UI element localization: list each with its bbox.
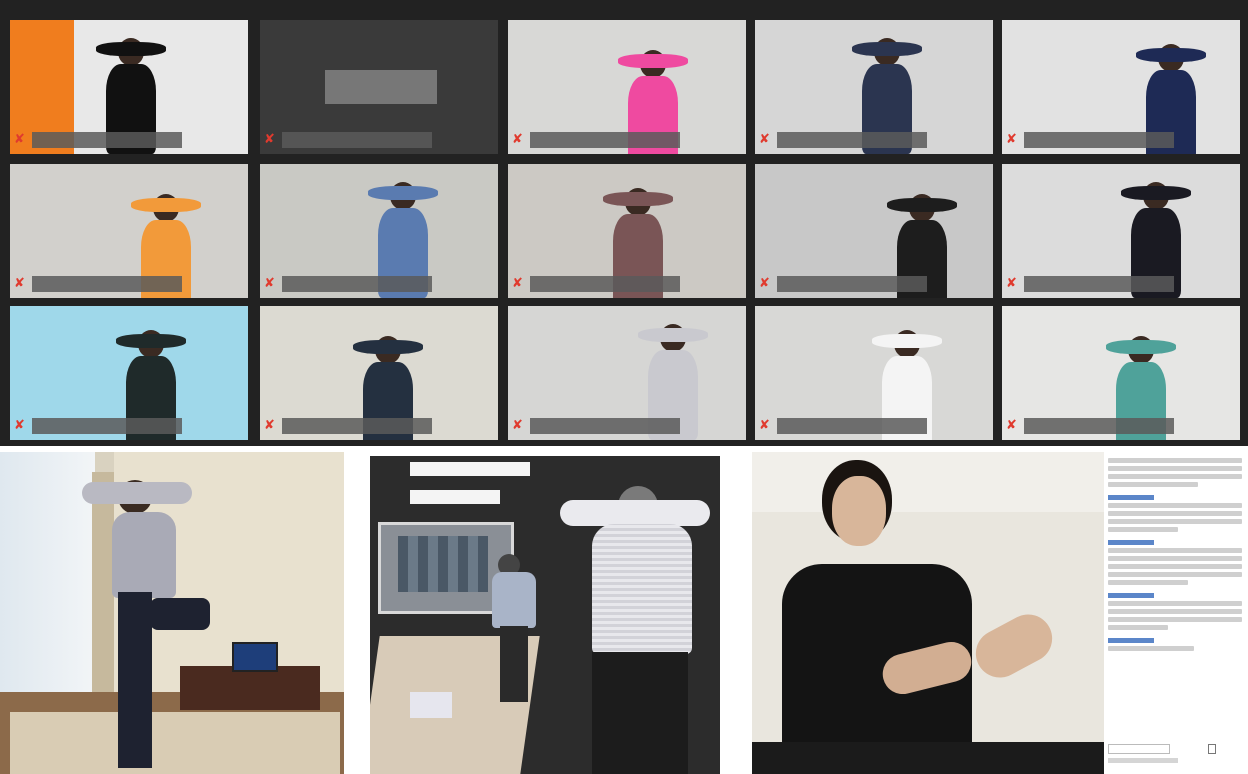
participant-arms: [638, 328, 708, 342]
participant-tile[interactable]: ✘: [260, 164, 498, 298]
participant-arms: [1121, 186, 1191, 200]
participant-arms: [618, 54, 688, 68]
participant-tile[interactable]: ✘: [10, 164, 248, 298]
participant-arms: [368, 186, 438, 200]
trainer-video-screenshot: [752, 452, 1104, 774]
participant-tile[interactable]: ✘: [10, 306, 248, 440]
participant-name-bar: [1024, 418, 1174, 434]
mic-muted-icon: ✘: [759, 418, 770, 433]
mic-muted-icon: ✘: [264, 276, 275, 291]
mic-muted-icon: ✘: [1006, 276, 1017, 291]
mic-muted-icon: ✘: [1006, 418, 1017, 433]
mic-muted-icon: ✘: [14, 418, 25, 433]
mic-muted-icon: ✘: [512, 276, 523, 291]
participant-arms: [116, 334, 186, 348]
participant-name-bar: [777, 418, 927, 434]
mic-muted-icon: ✘: [264, 132, 275, 147]
participant-arms: [852, 42, 922, 56]
participant-tile[interactable]: ✘: [1002, 306, 1240, 440]
mic-muted-icon: ✘: [264, 418, 275, 433]
participant-tile[interactable]: ✘: [260, 306, 498, 440]
chat-message-input[interactable]: [1108, 758, 1178, 763]
participant-arms: [872, 334, 942, 348]
participant-name-bar: [32, 276, 182, 292]
participant-name-bar: [777, 276, 927, 292]
participant-name-bar: [282, 276, 432, 292]
mic-muted-icon: ✘: [512, 418, 523, 433]
participant-name-bar: [282, 132, 432, 148]
participant-arms: [96, 42, 166, 56]
chat-panel: [1104, 452, 1248, 774]
participant-arms: [887, 198, 957, 212]
participant-tile[interactable]: ✘: [10, 20, 248, 154]
mic-muted-icon: ✘: [14, 132, 25, 147]
participant-name-bar: [530, 418, 680, 434]
participant-name-bar: [530, 132, 680, 148]
home-exercise-photo: [0, 452, 344, 774]
participant-name-bar: [1024, 276, 1174, 292]
participant-name-bar: [32, 418, 182, 434]
video-gallery: ✘ ✘ ✘ ✘ ✘ ✘ ✘ ✘ ✘ ✘ ✘ ✘ ✘ ✘ ✘: [0, 0, 1248, 446]
participant-tile[interactable]: ✘: [1002, 164, 1240, 298]
participant-tile[interactable]: ✘: [508, 164, 746, 298]
mic-muted-icon: ✘: [1006, 132, 1017, 147]
participant-arms: [1136, 48, 1206, 62]
video-off-name-placeholder: [325, 70, 437, 104]
participant-tile[interactable]: ✘: [755, 20, 993, 154]
participant-name-bar: [1024, 132, 1174, 148]
participant-arms: [131, 198, 201, 212]
participant-tile[interactable]: ✘: [755, 164, 993, 298]
participant-name-bar: [32, 132, 182, 148]
mic-muted-icon: ✘: [759, 132, 770, 147]
participant-name-bar: [530, 276, 680, 292]
participant-tile[interactable]: ✘: [755, 306, 993, 440]
mic-muted-icon: ✘: [759, 276, 770, 291]
participant-name-bar: [282, 418, 432, 434]
participant-tile[interactable]: ✘: [508, 306, 746, 440]
office-exercise-photo: [370, 456, 720, 774]
mic-muted-icon: ✘: [14, 276, 25, 291]
chat-recipient-select[interactable]: [1108, 744, 1170, 754]
participant-arms: [353, 340, 423, 354]
file-icon[interactable]: [1208, 744, 1216, 754]
mic-muted-icon: ✘: [512, 132, 523, 147]
participant-tile[interactable]: ✘: [1002, 20, 1240, 154]
participant-tile[interactable]: ✘: [508, 20, 746, 154]
participant-name-bar: [777, 132, 927, 148]
participant-arms: [603, 192, 673, 206]
participant-tile[interactable]: ✘: [260, 20, 498, 154]
participant-arms: [1106, 340, 1176, 354]
